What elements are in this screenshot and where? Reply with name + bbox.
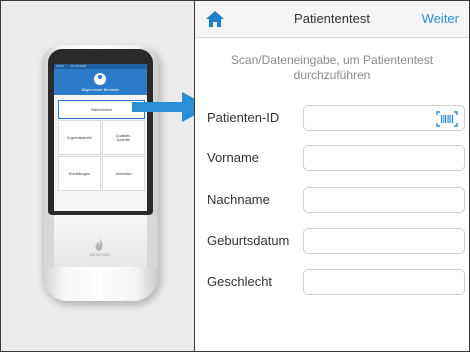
device-side-right bbox=[147, 217, 157, 267]
birth-date-input[interactable] bbox=[303, 228, 465, 254]
device-tile-abmelden[interactable]: Abmelden bbox=[102, 156, 145, 191]
field-row-first-name: Vorname bbox=[195, 145, 469, 173]
last-name-input[interactable] bbox=[303, 187, 465, 213]
first-name-label: Vorname bbox=[207, 150, 260, 165]
device-side-left bbox=[44, 217, 54, 267]
arrow-right-icon bbox=[132, 92, 194, 122]
device-screen: 14:53 07.04.2015 Allgemeiner Benutzer Pa… bbox=[54, 64, 147, 211]
field-row-patient-id: Patienten-ID bbox=[195, 105, 469, 133]
field-row-sex: Geschlecht bbox=[195, 269, 469, 297]
device-illustration-pane: 14:53 07.04.2015 Allgemeiner Benutzer Pa… bbox=[1, 1, 195, 351]
figure-frame: 14:53 07.04.2015 Allgemeiner Benutzer Pa… bbox=[0, 0, 470, 352]
first-name-input[interactable] bbox=[303, 145, 465, 171]
nav-bar: Patiententest Weiter bbox=[195, 1, 469, 38]
field-row-birth-date: Geburtsdatum bbox=[195, 228, 469, 256]
sex-input[interactable] bbox=[303, 269, 465, 295]
barcode-icon[interactable] bbox=[436, 111, 458, 127]
patient-test-screen: Patiententest Weiter Scan/Dateneingabe, … bbox=[195, 1, 469, 351]
birth-date-label: Geburtsdatum bbox=[207, 233, 290, 248]
last-name-label: Nachname bbox=[207, 192, 270, 207]
next-button[interactable]: Weiter bbox=[422, 11, 459, 26]
instruction-text: Scan/Dateneingabe, um Patiententest durc… bbox=[230, 53, 434, 82]
device-status-date: 07.04.2015 bbox=[71, 64, 87, 68]
user-icon bbox=[94, 73, 106, 85]
patient-id-input[interactable] bbox=[303, 105, 465, 131]
field-row-last-name: Nachname bbox=[195, 187, 469, 215]
device-brand: luminexDx bbox=[89, 252, 111, 257]
patient-id-label: Patienten-ID bbox=[207, 110, 280, 125]
device-tile-ergebnistabelle[interactable]: Ergebnistabelle bbox=[58, 120, 101, 155]
device: 14:53 07.04.2015 Allgemeiner Benutzer Pa… bbox=[42, 45, 159, 301]
flame-logo-icon bbox=[95, 238, 103, 251]
home-icon[interactable] bbox=[205, 10, 225, 28]
page-title: Patiententest bbox=[294, 11, 370, 26]
sex-label: Geschlecht bbox=[207, 274, 273, 289]
device-tile-einstellungen[interactable]: Einstellungen bbox=[58, 156, 101, 191]
device-status-time: 14:53 bbox=[56, 64, 64, 68]
